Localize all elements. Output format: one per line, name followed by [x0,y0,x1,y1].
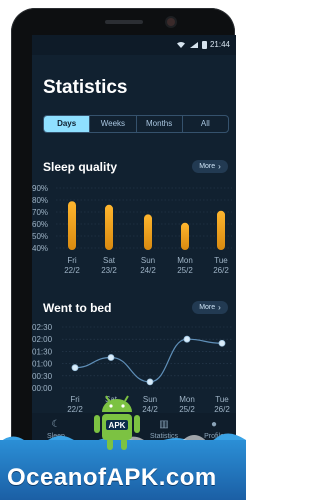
data-point [71,364,79,372]
bar [68,201,76,250]
x-tick-label: Fri [70,395,80,404]
y-tick-label: 02:00 [32,335,53,344]
chevron-right-icon: › [218,303,221,312]
tab-all[interactable]: All [181,116,228,132]
watermark-text: OceanofAPK.com [7,464,217,491]
status-bar: 21:44 [32,35,236,55]
bar [217,210,225,250]
signal-icon [189,41,198,48]
bar [181,222,189,250]
data-point [218,339,226,347]
y-tick-label: 02:30 [32,323,53,332]
status-time: 21:44 [209,40,230,49]
x-tick-label: Sun [141,256,155,265]
y-tick-label: 50% [32,232,48,241]
sleep-quality-title: Sleep quality [43,160,118,174]
series-line [74,338,223,383]
tab-months[interactable]: Months [135,116,182,132]
y-tick-label: 80% [32,196,48,205]
chevron-right-icon: › [218,162,221,171]
speaker-grille [105,20,143,24]
x-tick-label: Sat [103,256,116,265]
x-date-label: 24/2 [140,266,156,275]
data-point [107,354,115,361]
y-tick-label: 40% [32,244,48,253]
x-tick-label: Mon [179,395,195,404]
status-icons: 21:44 [176,40,230,49]
x-date-label: 26/2 [213,266,229,275]
x-date-label: 25/2 [177,266,193,275]
y-tick-label: 01:00 [32,360,53,369]
went-to-bed-more-button[interactable]: More › [192,301,228,314]
battery-icon [201,40,207,49]
x-tick-label: Tue [215,395,229,404]
tab-weeks[interactable]: Weeks [89,116,135,132]
page-title: Statistics [43,77,128,98]
wifi-icon [176,41,185,48]
x-date-label: 23/2 [101,266,117,275]
data-point [183,335,191,343]
more-label: More [199,304,216,311]
y-tick-label: 01:30 [32,347,53,356]
tab-days[interactable]: Days [44,116,90,132]
y-tick-label: 00:30 [32,372,53,381]
x-tick-label: Mon [177,256,193,265]
y-tick-label: 90% [32,184,48,193]
y-tick-label: 00:00 [32,384,53,393]
y-tick-label: 60% [32,220,48,229]
data-point [146,378,154,386]
person-icon: ● [210,419,218,430]
bar [144,214,152,250]
android-mascot-logo: APK [94,395,140,450]
moon-icon: ☾ [51,419,61,430]
x-date-label: 22/2 [64,266,80,275]
sleep-quality-chart: 90% 80% 70% 60% 50% 40% Fri22/2 Sat23/2 Sun24/2 M… [32,184,232,275]
front-camera [167,18,175,26]
bar [105,204,113,250]
x-tick-label: Fri [67,256,77,265]
apk-badge-text: APK [109,421,126,430]
x-tick-label: Tue [214,256,228,265]
sleep-quality-more-button[interactable]: More › [192,160,228,173]
went-to-bed-title: Went to bed [43,301,112,315]
period-tabs: Days Weeks Months All [43,115,229,133]
y-tick-label: 70% [32,208,48,217]
more-label: More [199,163,216,170]
